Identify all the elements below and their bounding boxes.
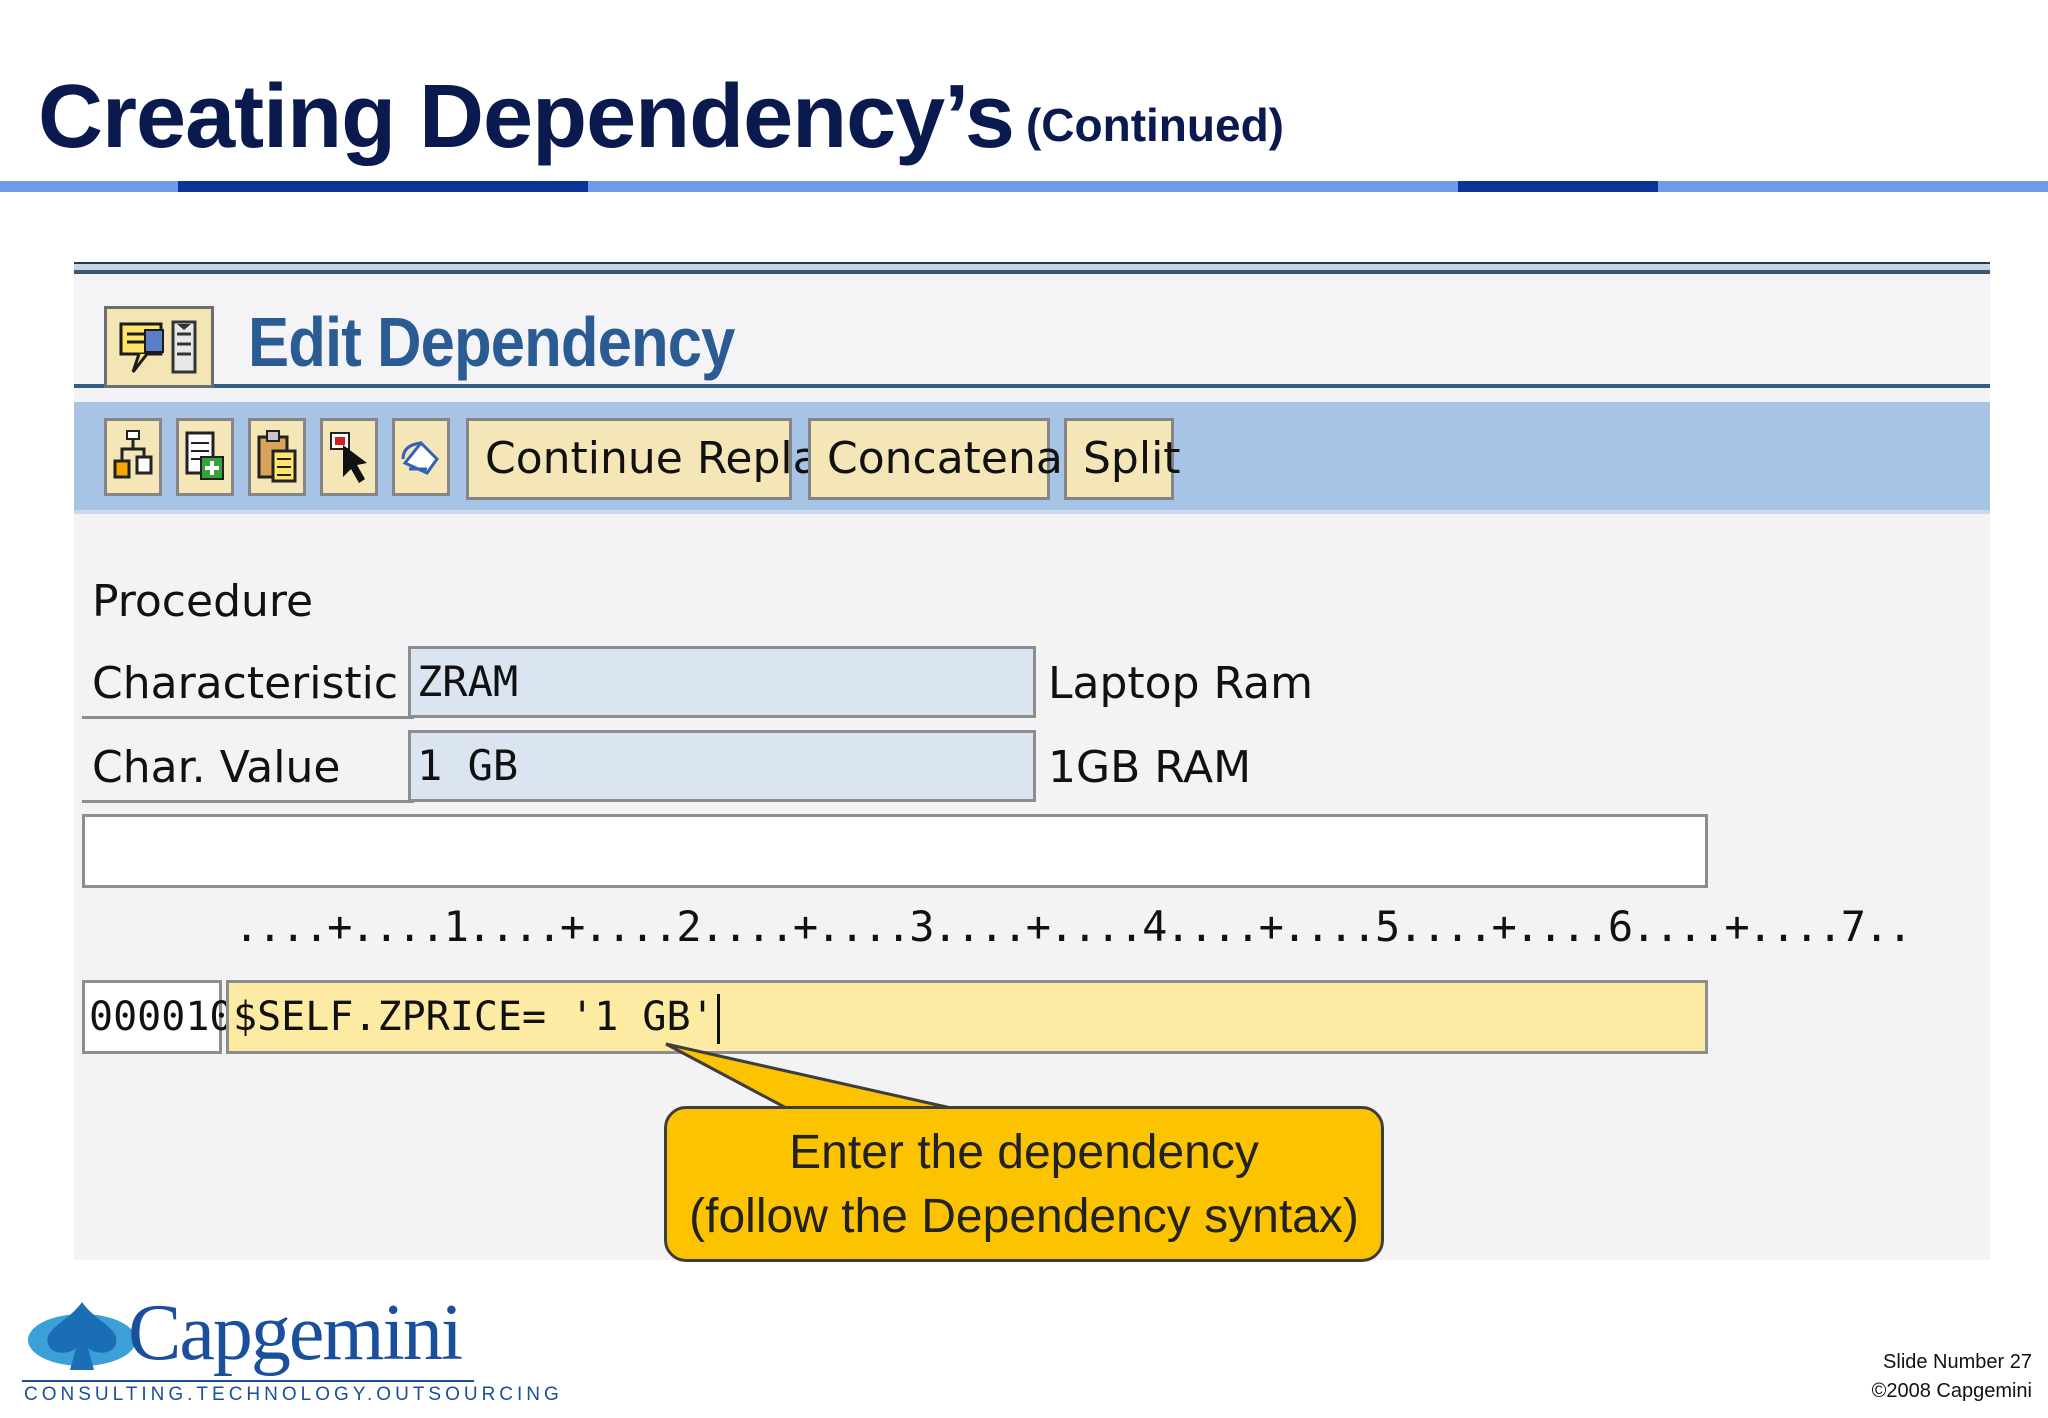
slide-footer: Slide Number 27 ©2008 Capgemini — [1872, 1348, 2032, 1406]
capgemini-tagline: CONSULTING.TECHNOLOGY.OUTSOURCING — [24, 1384, 563, 1405]
logo-divider — [22, 1380, 474, 1382]
slide-number: Slide Number 27 — [1883, 1351, 2032, 1373]
callout-line1: Enter the dependency — [789, 1126, 1259, 1179]
callout-box: Enter the dependency (follow the Depende… — [664, 1106, 1384, 1262]
capgemini-spade-icon — [28, 1302, 136, 1370]
callout-line2: (follow the Dependency syntax) — [689, 1190, 1359, 1243]
capgemini-wordmark: Capgemini — [128, 1289, 463, 1377]
copyright: ©2008 Capgemini — [1871, 1380, 2032, 1402]
